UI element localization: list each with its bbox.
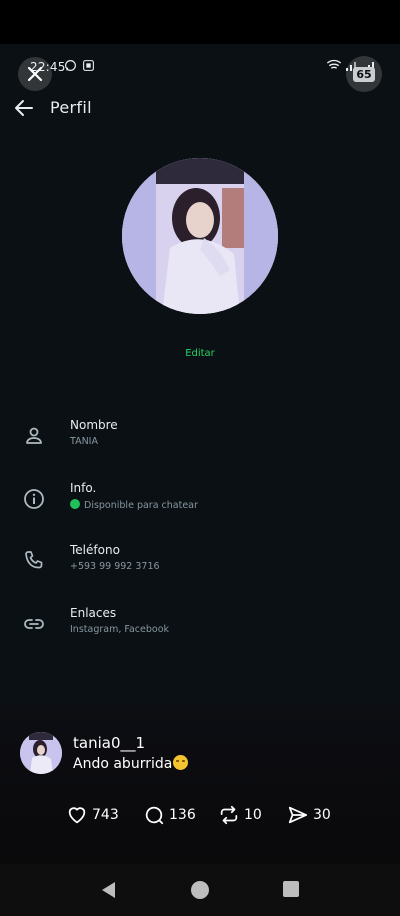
field-links-label: Enlaces [70, 606, 117, 620]
field-info-label: Info. [70, 481, 97, 495]
comment-count: 136 [169, 807, 196, 823]
battery-indicator: 65 [346, 56, 382, 92]
field-name-label: Nombre [70, 418, 118, 432]
screenshot-notification-icon [83, 60, 94, 71]
edit-photo-link[interactable]: Editar [0, 348, 400, 359]
phone-icon [25, 551, 43, 569]
field-phone-value: +593 99 992 3716 [70, 561, 160, 572]
share-count: 30 [313, 807, 331, 823]
close-icon [27, 66, 43, 82]
close-overlay-button[interactable] [18, 57, 52, 91]
battery-level: 65 [353, 66, 375, 82]
nav-recents-icon[interactable] [282, 880, 300, 898]
field-links[interactable]: Enlaces Instagram, Facebook [0, 606, 400, 652]
link-icon [24, 619, 44, 629]
field-info-value: Disponible para chatear [84, 500, 198, 511]
comment-icon [145, 806, 164, 825]
bored-emoji-icon [173, 755, 189, 770]
field-name-value: TANIA [70, 436, 98, 447]
share-button[interactable]: 30 [287, 804, 331, 826]
post-overlay: tania0__1 Ando aburrida 743 136 10 30 [0, 704, 400, 864]
field-info-value-wrap: Disponible para chatear [70, 499, 198, 511]
post-caption-wrap: Ando aburrida [73, 755, 189, 772]
repost-icon [220, 805, 238, 825]
field-name[interactable]: Nombre TANIA [0, 418, 400, 464]
field-phone[interactable]: Teléfono +593 99 992 3716 [0, 543, 400, 589]
send-icon [288, 806, 308, 824]
app-header: Perfil [0, 92, 400, 126]
comment-button[interactable]: 136 [143, 804, 196, 826]
repost-button[interactable]: 10 [218, 804, 262, 826]
page-title: Perfil [50, 98, 92, 117]
post-username[interactable]: tania0__1 [73, 734, 145, 752]
whatsapp-profile-screen [0, 44, 400, 704]
repost-count: 10 [244, 807, 262, 823]
status-app-icons [64, 59, 95, 72]
post-avatar-image [20, 732, 62, 774]
person-icon [26, 427, 42, 444]
like-button[interactable]: 743 [66, 804, 119, 826]
field-phone-label: Teléfono [70, 543, 120, 557]
wifi-icon [326, 59, 342, 69]
post-actions: 743 136 10 30 [0, 804, 400, 832]
field-links-value: Instagram, Facebook [70, 624, 170, 635]
status-dot-icon [70, 499, 80, 509]
whatsapp-notification-icon [65, 60, 76, 71]
status-bar: 22:45 [0, 58, 400, 80]
profile-photo[interactable] [122, 158, 278, 314]
back-arrow-icon[interactable] [12, 96, 36, 120]
post-caption: Ando aburrida [73, 756, 173, 772]
nav-home-icon[interactable] [190, 880, 210, 900]
nav-back-icon[interactable] [99, 880, 119, 900]
post-author-avatar[interactable] [20, 732, 62, 774]
heart-icon [68, 807, 86, 824]
info-icon [24, 489, 44, 509]
profile-photo-image [122, 158, 278, 314]
like-count: 743 [92, 807, 119, 823]
field-info[interactable]: Info. Disponible para chatear [0, 481, 400, 527]
